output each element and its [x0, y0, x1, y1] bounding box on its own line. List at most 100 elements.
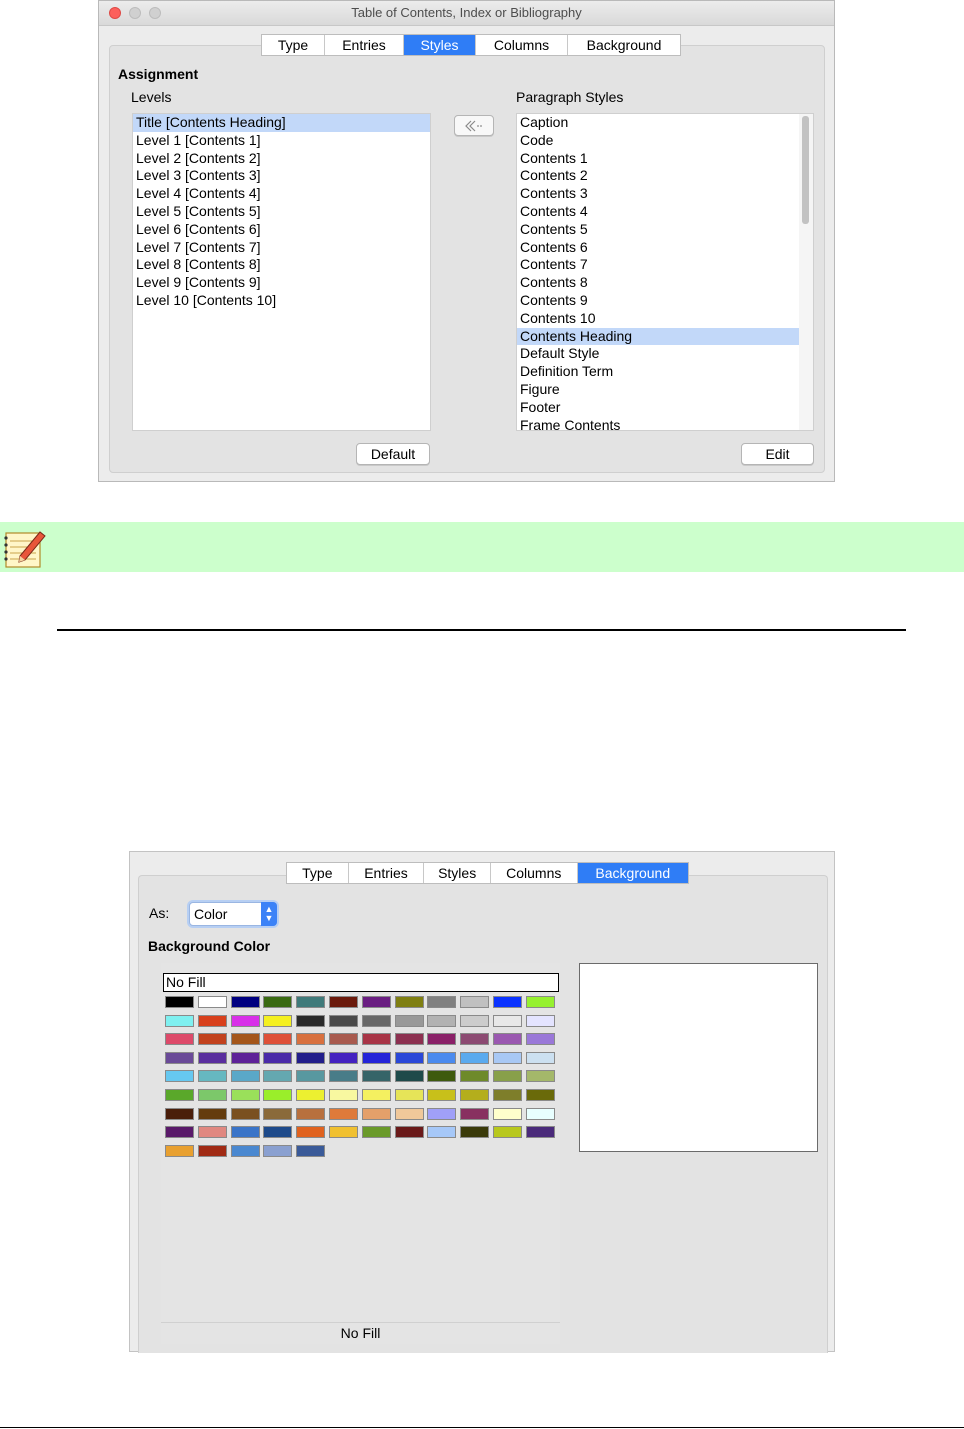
level-list-item[interactable]: Title [Contents Heading] [133, 114, 430, 132]
color-swatch[interactable] [361, 1070, 391, 1083]
color-swatch[interactable] [394, 1107, 424, 1120]
level-list-item[interactable]: Level 7 [Contents 7] [133, 239, 430, 257]
level-list-item[interactable]: Level 10 [Contents 10] [133, 292, 430, 310]
color-swatch[interactable] [296, 996, 326, 1008]
level-list-item[interactable]: Level 5 [Contents 5] [133, 203, 430, 221]
color-swatch[interactable] [493, 1107, 522, 1120]
level-list-item[interactable]: Level 8 [Contents 8] [133, 256, 430, 274]
color-swatch[interactable] [197, 1144, 227, 1157]
color-swatch[interactable] [460, 1126, 490, 1139]
color-swatch[interactable] [329, 1033, 358, 1046]
color-swatch[interactable] [165, 996, 194, 1008]
paragraph-style-list-item[interactable]: Definition Term [517, 363, 813, 381]
color-swatch[interactable] [361, 1033, 391, 1046]
paragraph-style-list-item[interactable]: Caption [517, 114, 813, 132]
color-swatch[interactable] [493, 1014, 522, 1027]
tab-entries[interactable]: Entries [348, 863, 425, 883]
color-swatch[interactable] [427, 1070, 457, 1083]
color-swatch[interactable] [296, 1126, 326, 1139]
paragraph-styles-list[interactable]: Caption Code Contents 1 Contents 2 Contents … [516, 113, 814, 431]
paragraph-style-list-item[interactable]: Contents 5 [517, 221, 813, 239]
color-swatch[interactable] [165, 1070, 194, 1083]
color-swatch[interactable] [427, 1051, 457, 1064]
color-swatch[interactable] [296, 1033, 326, 1046]
color-swatch[interactable] [329, 1070, 358, 1083]
color-swatch[interactable] [493, 1126, 522, 1139]
color-swatch[interactable] [525, 1033, 555, 1046]
color-swatch[interactable] [329, 1126, 358, 1139]
color-swatch[interactable] [493, 1033, 522, 1046]
level-list-item[interactable]: Level 2 [Contents 2] [133, 150, 430, 168]
color-swatch[interactable] [296, 1014, 326, 1027]
color-swatch[interactable] [460, 1089, 490, 1101]
color-swatch[interactable] [460, 1107, 490, 1120]
level-list-item[interactable]: Level 4 [Contents 4] [133, 185, 430, 203]
level-list-item[interactable]: Level 6 [Contents 6] [133, 221, 430, 239]
color-swatch[interactable] [361, 1014, 391, 1027]
paragraph-style-list-item[interactable]: Contents 8 [517, 274, 813, 292]
tab-type[interactable]: Type [262, 35, 325, 55]
paragraph-style-list-item[interactable]: Contents 3 [517, 185, 813, 203]
color-swatch[interactable] [525, 1070, 555, 1083]
tab-styles[interactable]: Styles [404, 35, 476, 55]
color-swatch[interactable] [230, 1126, 260, 1139]
color-swatch[interactable] [329, 1107, 358, 1120]
color-swatch[interactable] [263, 1033, 293, 1046]
paragraph-style-list-item[interactable]: Contents 4 [517, 203, 813, 221]
color-swatch[interactable] [460, 996, 490, 1008]
color-swatch[interactable] [427, 996, 457, 1008]
color-swatch[interactable] [197, 1014, 227, 1027]
color-swatch[interactable] [296, 1089, 326, 1101]
color-swatch[interactable] [394, 1070, 424, 1083]
color-swatch[interactable] [329, 1051, 358, 1064]
tab-entries[interactable]: Entries [325, 35, 404, 55]
tab-background[interactable]: Background [568, 35, 680, 55]
color-swatch[interactable] [427, 1126, 457, 1139]
color-swatch[interactable] [493, 996, 522, 1008]
color-swatch[interactable] [525, 1014, 555, 1027]
color-swatch[interactable] [263, 1089, 293, 1101]
color-swatch[interactable] [361, 1089, 391, 1101]
color-swatch[interactable] [525, 1126, 555, 1139]
paragraph-style-list-item[interactable]: Contents 9 [517, 292, 813, 310]
color-swatch[interactable] [493, 1051, 522, 1064]
color-swatch[interactable] [263, 1070, 293, 1083]
level-list-item[interactable]: Level 1 [Contents 1] [133, 132, 430, 150]
color-swatch[interactable] [460, 1014, 490, 1027]
color-swatch[interactable] [361, 1051, 391, 1064]
color-swatch[interactable] [230, 1051, 260, 1064]
color-swatch[interactable] [165, 1144, 194, 1157]
color-swatch[interactable] [296, 1070, 326, 1083]
color-swatch[interactable] [165, 1014, 194, 1027]
paragraph-style-list-item[interactable]: Contents 7 [517, 256, 813, 274]
paragraph-style-list-item[interactable]: Contents 1 [517, 150, 813, 168]
color-swatch[interactable] [493, 1070, 522, 1083]
paragraph-style-list-item[interactable]: Figure [517, 381, 813, 399]
color-swatch[interactable] [394, 1014, 424, 1027]
tab-styles[interactable]: Styles [424, 863, 491, 883]
color-swatch[interactable] [460, 1070, 490, 1083]
color-swatch[interactable] [460, 1051, 490, 1064]
color-swatch[interactable] [263, 1051, 293, 1064]
paragraph-style-list-item[interactable]: Code [517, 132, 813, 150]
color-swatch[interactable] [197, 1089, 227, 1101]
color-swatch[interactable] [165, 1089, 194, 1101]
default-button[interactable]: Default [356, 443, 430, 465]
color-swatch[interactable] [197, 996, 227, 1008]
color-swatch[interactable] [361, 1126, 391, 1139]
color-swatch[interactable] [230, 1089, 260, 1101]
paragraph-styles-scrollbar[interactable] [799, 114, 813, 430]
scrollbar-thumb[interactable] [802, 116, 809, 224]
paragraph-style-list-item[interactable]: Contents Heading [517, 327, 813, 346]
color-swatch[interactable] [329, 1089, 358, 1101]
color-swatch[interactable] [296, 1107, 326, 1120]
color-swatch[interactable] [460, 1033, 490, 1046]
color-swatch[interactable] [197, 1126, 227, 1139]
level-list-item[interactable]: Level 9 [Contents 9] [133, 274, 430, 292]
color-swatch[interactable] [197, 1033, 227, 1046]
color-swatch[interactable] [525, 1089, 555, 1101]
assign-style-button[interactable] [454, 115, 494, 136]
color-swatch[interactable] [525, 996, 555, 1008]
color-swatch[interactable] [263, 1014, 293, 1027]
color-swatch[interactable] [263, 1144, 293, 1157]
